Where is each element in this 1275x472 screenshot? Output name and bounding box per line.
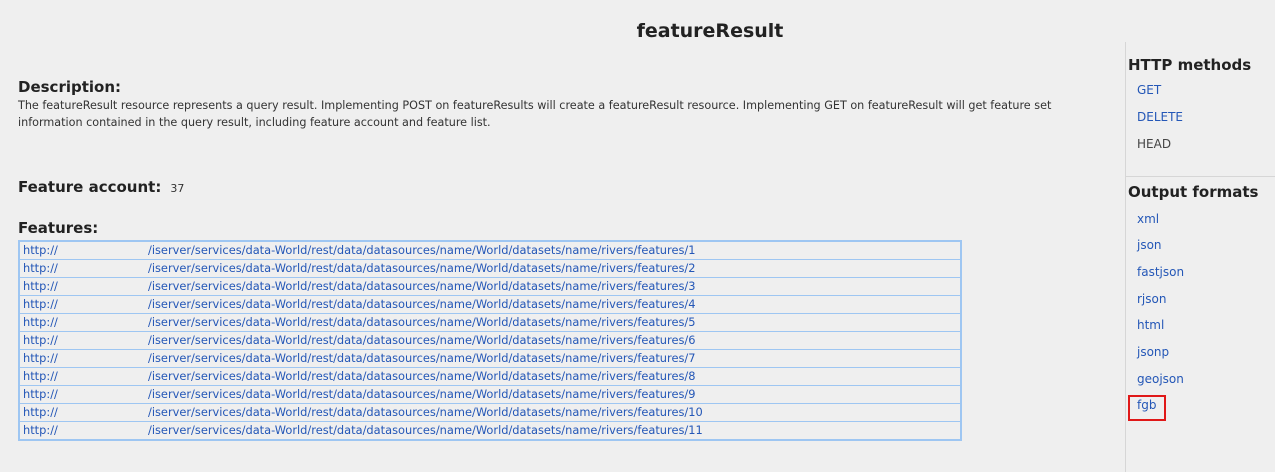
feature-link-path[interactable]: /iserver/services/data-World/rest/data/d…	[145, 385, 961, 404]
features-table: http:///iserver/services/data-World/rest…	[18, 240, 962, 441]
feature-link-scheme[interactable]: http://	[19, 385, 145, 404]
format-geojson-link[interactable]: geojson	[1137, 371, 1184, 387]
format-rjson-link[interactable]: rjson	[1137, 291, 1166, 307]
fgb-highlight-box	[1128, 395, 1166, 421]
feature-link-path[interactable]: /iserver/services/data-World/rest/data/d…	[145, 259, 961, 278]
method-head-label: HEAD	[1137, 137, 1172, 151]
feature-link-path[interactable]: /iserver/services/data-World/rest/data/d…	[145, 331, 961, 350]
feature-link-scheme[interactable]: http://	[19, 349, 145, 368]
table-row[interactable]: http:///iserver/services/data-World/rest…	[19, 331, 961, 350]
description-section: Description: The featureResult resource …	[18, 78, 1098, 131]
table-row[interactable]: http:///iserver/services/data-World/rest…	[19, 367, 961, 386]
feature-link-scheme[interactable]: http://	[19, 241, 145, 260]
feature-link-scheme[interactable]: http://	[19, 259, 145, 278]
table-row[interactable]: http:///iserver/services/data-World/rest…	[19, 277, 961, 296]
table-row[interactable]: http:///iserver/services/data-World/rest…	[19, 295, 961, 314]
output-formats-heading: Output formats	[1128, 183, 1259, 201]
table-row[interactable]: http:///iserver/services/data-World/rest…	[19, 349, 961, 368]
format-json-link[interactable]: json	[1137, 237, 1162, 253]
table-row[interactable]: http:///iserver/services/data-World/rest…	[19, 259, 961, 278]
feature-link-scheme[interactable]: http://	[19, 421, 145, 441]
feature-account: Feature account: 37	[18, 177, 184, 196]
description-text: The featureResult resource represents a …	[18, 99, 1052, 129]
format-fastjson-link[interactable]: fastjson	[1137, 264, 1184, 280]
table-row[interactable]: http:///iserver/services/data-World/rest…	[19, 241, 961, 260]
method-delete-link[interactable]: DELETE	[1137, 109, 1183, 125]
feature-link-scheme[interactable]: http://	[19, 331, 145, 350]
table-row[interactable]: http:///iserver/services/data-World/rest…	[19, 313, 961, 332]
feature-link-scheme[interactable]: http://	[19, 277, 145, 296]
http-methods-heading: HTTP methods	[1128, 56, 1252, 74]
table-row[interactable]: http:///iserver/services/data-World/rest…	[19, 421, 961, 441]
feature-account-value: 37	[170, 182, 185, 195]
method-get-link[interactable]: GET	[1137, 82, 1161, 98]
feature-link-path[interactable]: /iserver/services/data-World/rest/data/d…	[145, 313, 961, 332]
features-heading: Features:	[18, 219, 99, 237]
feature-link-path[interactable]: /iserver/services/data-World/rest/data/d…	[145, 349, 961, 368]
feature-link-path[interactable]: /iserver/services/data-World/rest/data/d…	[145, 403, 961, 422]
page-title: featureResult	[636, 20, 784, 42]
feature-account-label: Feature account:	[18, 178, 162, 196]
table-row[interactable]: http:///iserver/services/data-World/rest…	[19, 385, 961, 404]
feature-link-path[interactable]: /iserver/services/data-World/rest/data/d…	[145, 295, 961, 314]
description-heading: Description:	[18, 78, 122, 96]
format-jsonp-link[interactable]: jsonp	[1137, 344, 1169, 360]
feature-link-scheme[interactable]: http://	[19, 403, 145, 422]
sidebar-divider	[1126, 176, 1275, 177]
feature-link-scheme[interactable]: http://	[19, 313, 145, 332]
format-html-link[interactable]: html	[1137, 317, 1164, 333]
feature-link-path[interactable]: /iserver/services/data-World/rest/data/d…	[145, 367, 961, 386]
feature-link-scheme[interactable]: http://	[19, 367, 145, 386]
feature-link-path[interactable]: /iserver/services/data-World/rest/data/d…	[145, 241, 961, 260]
table-row[interactable]: http:///iserver/services/data-World/rest…	[19, 403, 961, 422]
format-xml-link[interactable]: xml	[1137, 211, 1159, 227]
feature-link-path[interactable]: /iserver/services/data-World/rest/data/d…	[145, 421, 961, 441]
feature-link-path[interactable]: /iserver/services/data-World/rest/data/d…	[145, 277, 961, 296]
feature-link-scheme[interactable]: http://	[19, 295, 145, 314]
